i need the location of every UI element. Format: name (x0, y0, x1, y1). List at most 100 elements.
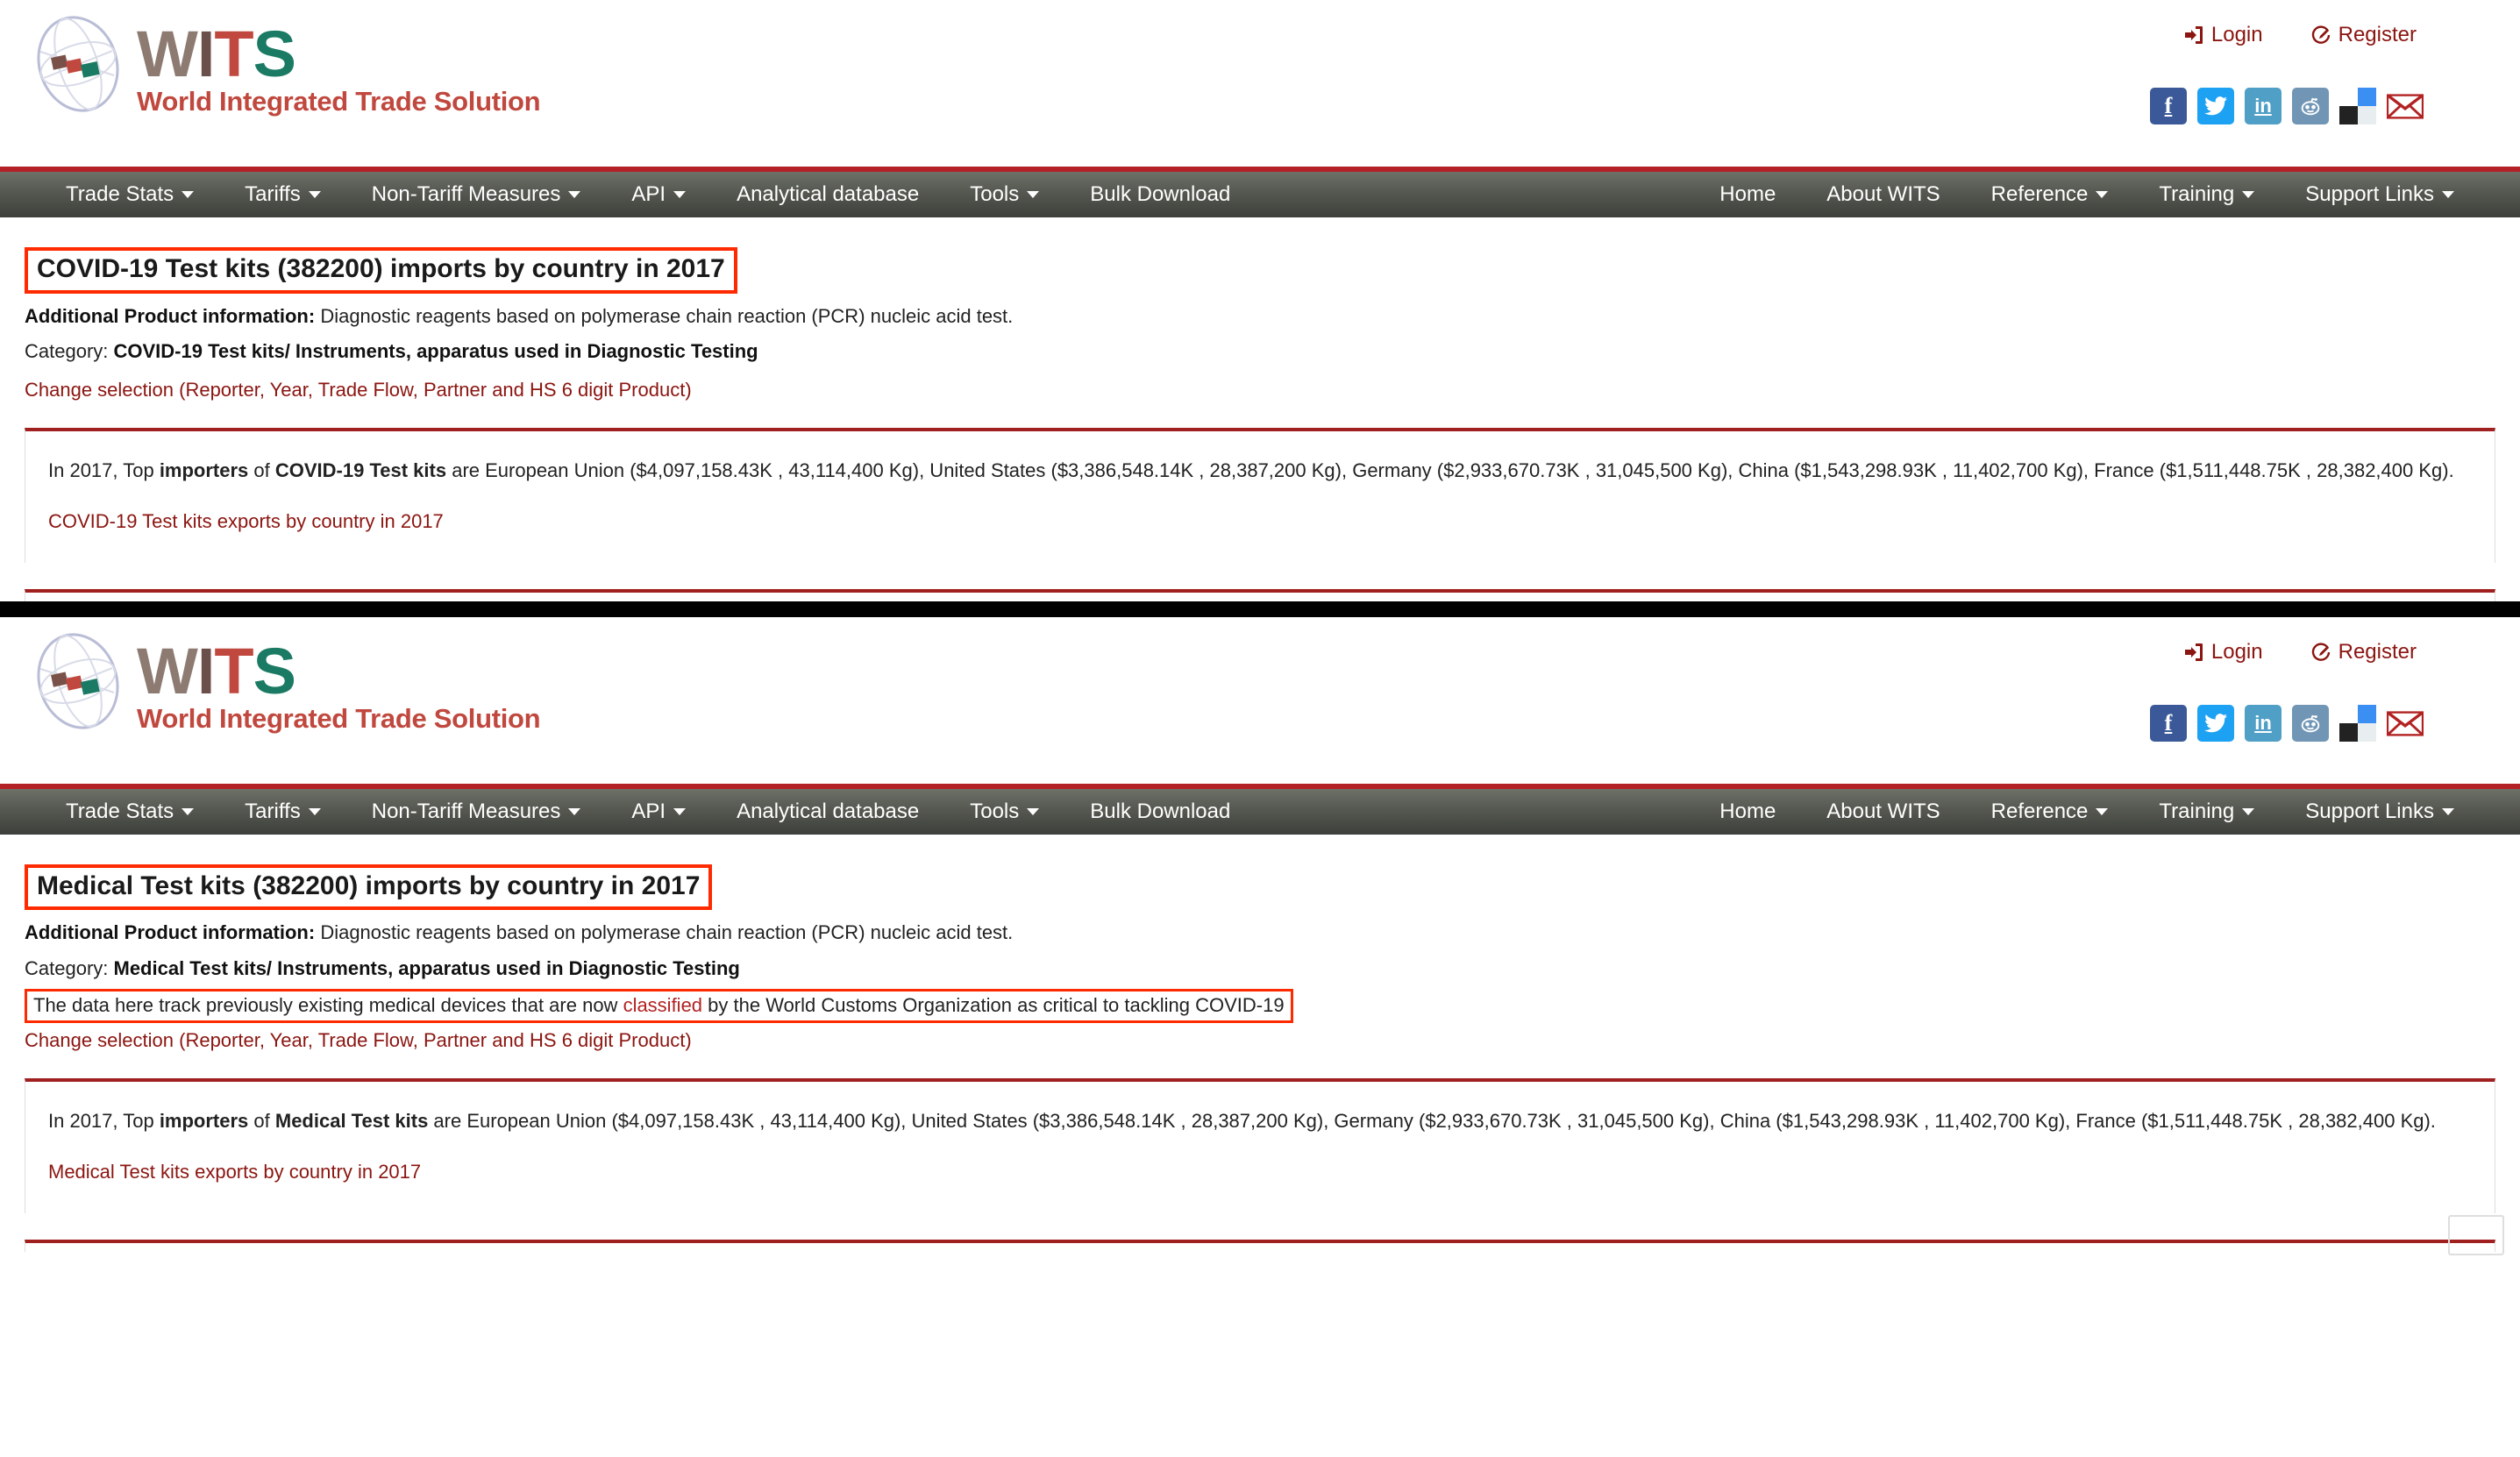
twitter-icon[interactable] (2197, 88, 2234, 124)
nav-label: Tariffs (245, 182, 301, 206)
nav-label: Non-Tariff Measures (371, 182, 561, 206)
social-links: f in (2150, 88, 2424, 124)
social-links: f in (2150, 704, 2424, 742)
nav-analytical-database[interactable]: Analytical database (711, 800, 944, 822)
nav-support-links[interactable]: Support Links (2280, 184, 2480, 205)
top-importers-summary: In 2017, Top importers of COVID-19 Test … (48, 456, 2472, 486)
register-link[interactable]: Register (2310, 23, 2417, 47)
reddit-icon[interactable] (2292, 704, 2329, 742)
change-selection-link[interactable]: Change selection (Reporter, Year, Trade … (25, 379, 2495, 402)
result-product-name: COVID-19 Test kits (274, 458, 447, 481)
nav-reference[interactable]: Reference (1966, 184, 2134, 205)
reddit-icon[interactable] (2292, 88, 2329, 124)
twitter-icon[interactable] (2197, 704, 2234, 742)
additional-info-label: Additional Product information: (25, 304, 316, 327)
additional-product-information: Additional Product information: Diagnost… (25, 304, 2495, 330)
register-link[interactable]: Register (2310, 640, 2417, 665)
nav-label: Tools (970, 799, 1020, 823)
nav-reference[interactable]: Reference (1966, 800, 2134, 822)
classified-link[interactable]: classified (623, 994, 702, 1016)
page-title: COVID-19 Test kits (382200) imports by c… (25, 247, 737, 294)
site-header: WITS World Integrated Trade Solution Log… (0, 616, 2520, 784)
page-content-medical: Medical Test kits (382200) imports by co… (0, 835, 2520, 1256)
additional-info-text: Diagnostic reagents based on polymerase … (315, 304, 1014, 327)
result-of: of (248, 1109, 275, 1132)
nav-about-wits[interactable]: About WITS (1801, 184, 1965, 205)
chevron-down-icon (1027, 807, 1040, 815)
register-label: Register (2338, 23, 2417, 46)
nav-home[interactable]: Home (1694, 184, 1801, 205)
nav-support-links[interactable]: Support Links (2280, 800, 2480, 822)
chevron-down-icon (2242, 807, 2255, 815)
delicious-icon[interactable] (2339, 704, 2376, 742)
chevron-down-icon (568, 191, 581, 198)
nav-label: Training (2159, 799, 2235, 823)
nav-bulk-download[interactable]: Bulk Download (1064, 799, 1256, 823)
logo-tagline: World Integrated Trade Solution (137, 702, 541, 734)
logo-letter-s: S (253, 18, 296, 90)
globe-icon (26, 12, 130, 116)
nav-label: Support Links (2305, 182, 2434, 206)
change-selection-link[interactable]: Change selection (Reporter, Year, Trade … (25, 1029, 2495, 1052)
nav-tools[interactable]: Tools (944, 799, 1064, 823)
linkedin-icon[interactable]: in (2245, 88, 2282, 124)
nav-label: Tools (970, 182, 1020, 206)
nav-home[interactable]: Home (1694, 800, 1801, 822)
nav-non-tariff-measures[interactable]: Non-Tariff Measures (346, 184, 607, 205)
facebook-icon[interactable]: f (2150, 704, 2187, 742)
wits-logo[interactable]: WITS World Integrated Trade Solution (26, 626, 541, 735)
nav-training[interactable]: Training (2133, 799, 2280, 823)
nav-label: Non-Tariff Measures (371, 799, 561, 823)
chevron-down-icon (673, 191, 687, 198)
nav-analytical-database[interactable]: Analytical database (711, 184, 944, 205)
logo-letter-w: W (137, 634, 198, 707)
wits-logo[interactable]: WITS World Integrated Trade Solution (26, 9, 541, 117)
logo-letter-w: W (137, 18, 198, 90)
nav-api[interactable]: API (606, 800, 711, 822)
result-importers-word: importers (159, 458, 249, 481)
delicious-icon[interactable] (2339, 88, 2376, 124)
nav-non-tariff-measures[interactable]: Non-Tariff Measures (346, 799, 607, 823)
nav-training[interactable]: Training (2133, 184, 2280, 205)
nav-trade-stats[interactable]: Trade Stats (40, 799, 219, 823)
product-category: Category: COVID-19 Test kits/ Instrument… (25, 339, 2495, 365)
nav-label: Bulk Download (1090, 799, 1231, 823)
facebook-icon[interactable]: f (2150, 88, 2187, 124)
nav-about-wits[interactable]: About WITS (1801, 800, 1965, 822)
note-prefix: The data here track previously existing … (33, 994, 623, 1017)
email-icon[interactable] (2387, 88, 2424, 124)
nav-label: Tariffs (245, 799, 301, 823)
additional-info-text: Diagnostic reagents based on polymerase … (315, 921, 1014, 944)
chevron-down-icon (2096, 807, 2109, 815)
additional-info-label: Additional Product information: (25, 921, 316, 944)
email-icon[interactable] (2387, 705, 2424, 742)
result-importers-word: importers (159, 1109, 249, 1132)
chevron-down-icon (1027, 191, 1040, 198)
screenshot-divider (0, 601, 2520, 617)
login-link[interactable]: Login (2183, 640, 2263, 665)
main-navigation: Trade Stats Tariffs Non-Tariff Measures … (0, 783, 2520, 835)
chevron-down-icon (2442, 807, 2454, 815)
nav-left-group: Trade Stats Tariffs Non-Tariff Measures … (40, 799, 1256, 823)
logo-tagline: World Integrated Trade Solution (137, 86, 541, 117)
nav-api[interactable]: API (606, 184, 711, 205)
exports-by-country-link[interactable]: Medical Test kits exports by country in … (48, 1161, 421, 1183)
exports-by-country-link[interactable]: COVID-19 Test kits exports by country in… (48, 510, 444, 533)
result-body: are European Union ($4,097,158.43K , 43,… (446, 458, 2454, 481)
login-link[interactable]: Login (2183, 23, 2263, 47)
nav-label: Reference (1990, 182, 2089, 206)
nav-trade-stats[interactable]: Trade Stats (40, 184, 219, 205)
nav-label: Trade Stats (66, 799, 174, 823)
panel-bottom-rule (25, 1240, 2495, 1253)
nav-tools[interactable]: Tools (944, 184, 1064, 205)
category-value: COVID-19 Test kits/ Instruments, apparat… (113, 340, 758, 363)
logo-letter-i: I (196, 634, 216, 707)
nav-bulk-download[interactable]: Bulk Download (1064, 184, 1256, 205)
nav-label: API (631, 182, 666, 206)
nav-tariffs[interactable]: Tariffs (219, 184, 346, 205)
page-title: Medical Test kits (382200) imports by co… (25, 864, 713, 911)
linkedin-icon[interactable]: in (2245, 704, 2282, 742)
register-icon (2310, 25, 2331, 46)
results-panel: In 2017, Top importers of Medical Test k… (25, 1077, 2495, 1214)
nav-tariffs[interactable]: Tariffs (219, 799, 346, 823)
